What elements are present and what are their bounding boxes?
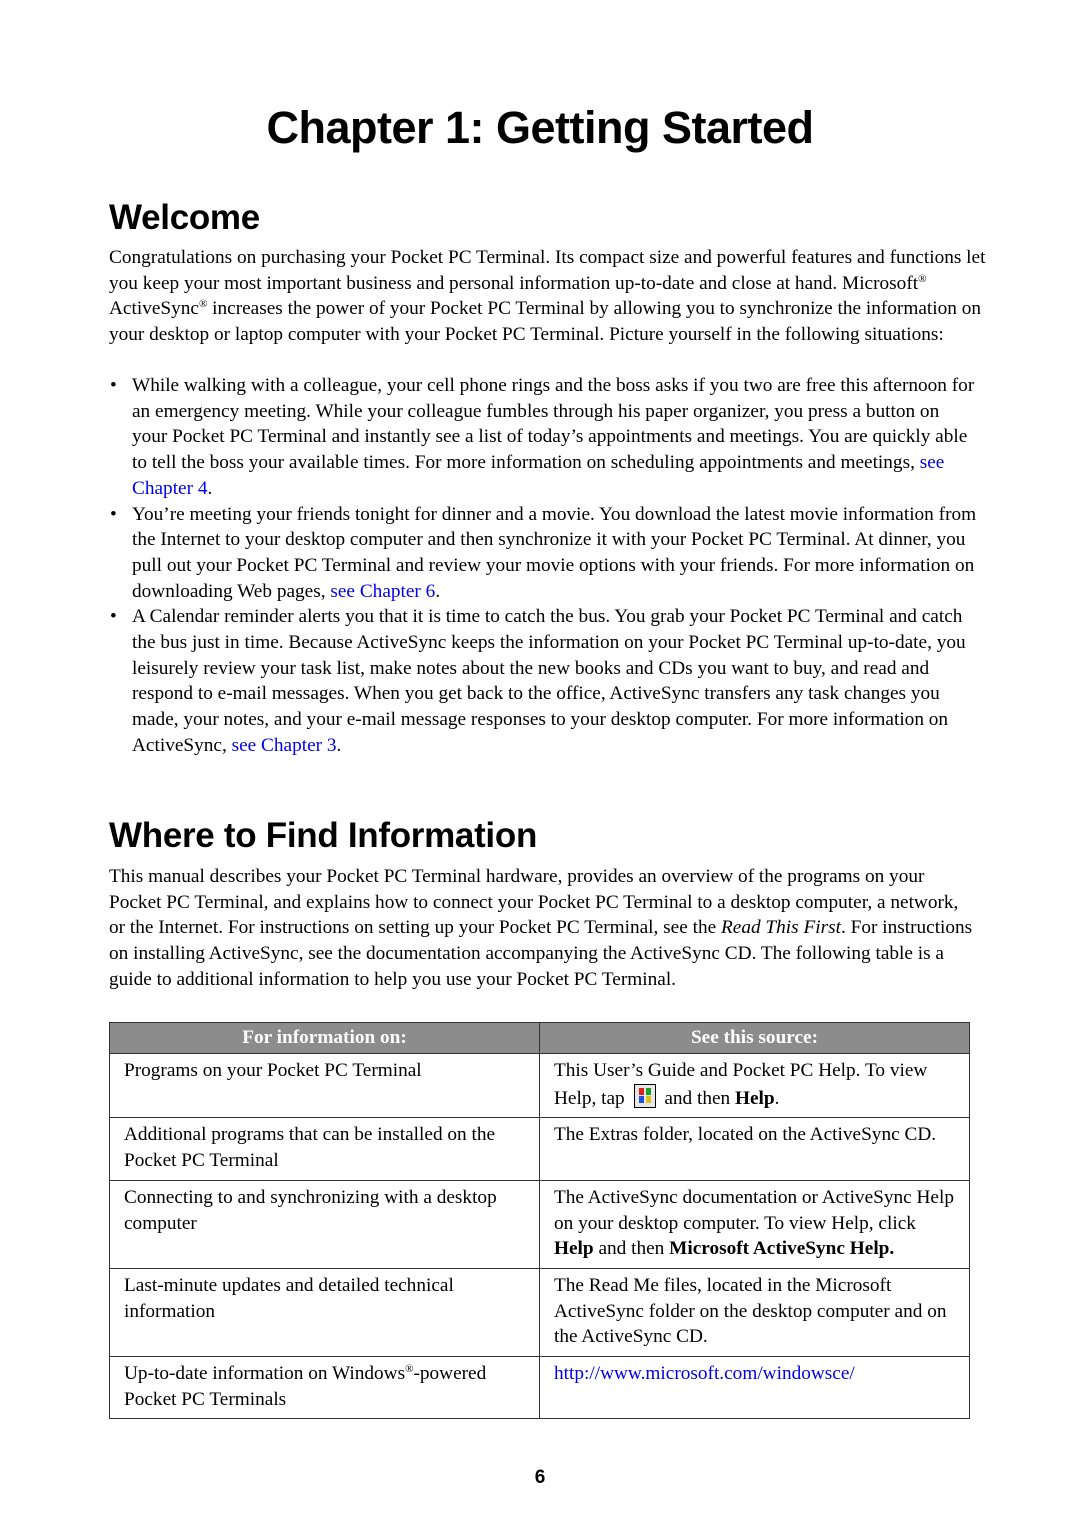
where-heading: Where to Find Information bbox=[109, 816, 538, 855]
registered-mark: ® bbox=[918, 272, 927, 285]
bullet-icon: • bbox=[110, 503, 117, 525]
help-menu-label: Help bbox=[554, 1238, 594, 1260]
source-text: The ActiveSync documentation or ActiveSy… bbox=[554, 1186, 954, 1234]
header-for-information-on: For information on: bbox=[109, 1022, 540, 1054]
scenario-text: You’re meeting your friends tonight for … bbox=[132, 503, 977, 602]
topic-cell: Last-minute updates and detailed technic… bbox=[109, 1267, 540, 1358]
see-chapter-3-link[interactable]: see Chapter 3 bbox=[232, 735, 337, 756]
table-row: Connecting to and synchronizing with a d… bbox=[109, 1179, 970, 1269]
where-intro: This manual describes your Pocket PC Ter… bbox=[109, 864, 979, 993]
scenario-item: • You’re meeting your friends tonight for… bbox=[109, 502, 979, 605]
welcome-intro-text-2: ActiveSync bbox=[109, 298, 199, 320]
topic-cell: Up-to-date information on Windows®-power… bbox=[109, 1356, 540, 1420]
source-cell: The Read Me files, located in the Micros… bbox=[539, 1267, 970, 1358]
table-row: Up-to-date information on Windows®-power… bbox=[109, 1356, 970, 1420]
chapter-title: Chapter 1: Getting Started bbox=[266, 102, 814, 153]
scenario-list: • While walking with a colleague, your ce… bbox=[109, 373, 979, 759]
start-menu-icon bbox=[633, 1083, 656, 1108]
info-source-table: For information on: See this source: Pro… bbox=[109, 1022, 970, 1420]
read-this-first-title: Read This First bbox=[720, 917, 841, 939]
topic-cell: Additional programs that can be installe… bbox=[109, 1117, 540, 1181]
see-chapter-6-link[interactable]: see Chapter 6 bbox=[330, 581, 435, 602]
scenario-item: • While walking with a colleague, your ce… bbox=[109, 373, 979, 502]
scenario-text: A Calendar reminder alerts you that it i… bbox=[132, 606, 966, 756]
header-see-this-source: See this source: bbox=[539, 1022, 970, 1054]
page-number: 6 bbox=[534, 1467, 546, 1488]
scenario-item: • A Calendar reminder alerts you that it … bbox=[109, 604, 979, 758]
topic-text: Up-to-date information on Windows bbox=[124, 1363, 406, 1385]
welcome-intro-text-3: increases the power of your Pocket PC Te… bbox=[109, 298, 981, 346]
microsoft-windowsce-url-link[interactable]: http://www.microsoft.com/windowsce/ bbox=[554, 1363, 855, 1384]
welcome-heading: Welcome bbox=[109, 198, 260, 237]
source-cell: http://www.microsoft.com/windowsce/ bbox=[539, 1356, 970, 1420]
punctuation: . bbox=[435, 580, 441, 602]
bullet-icon: • bbox=[110, 375, 117, 396]
punctuation: . bbox=[336, 734, 342, 756]
table-row: Programs on your Pocket PC Terminal This… bbox=[109, 1052, 970, 1119]
source-text: and then bbox=[593, 1238, 670, 1260]
topic-cell: Programs on your Pocket PC Terminal bbox=[109, 1052, 540, 1119]
activesync-help-label: Microsoft ActiveSync Help. bbox=[669, 1238, 895, 1260]
source-text: and then bbox=[659, 1087, 735, 1109]
table-header-row: For information on: See this source: bbox=[109, 1022, 970, 1054]
topic-cell: Connecting to and synchronizing with a d… bbox=[109, 1179, 540, 1269]
source-cell: The Extras folder, located on the Active… bbox=[539, 1117, 970, 1181]
welcome-intro-text-1: Congratulations on purchasing your Pocke… bbox=[109, 247, 986, 294]
punctuation: . bbox=[774, 1087, 780, 1109]
bullet-icon: • bbox=[110, 606, 117, 628]
table-row: Last-minute updates and detailed technic… bbox=[109, 1267, 970, 1358]
source-cell: The ActiveSync documentation or ActiveSy… bbox=[539, 1179, 970, 1269]
scenario-text: While walking with a colleague, your cel… bbox=[132, 375, 975, 474]
help-menu-label: Help bbox=[735, 1087, 775, 1109]
table-row: Additional programs that can be installe… bbox=[109, 1117, 970, 1181]
punctuation: . bbox=[207, 477, 213, 499]
source-cell: This User’s Guide and Pocket PC Help. To… bbox=[539, 1052, 970, 1119]
welcome-intro: Congratulations on purchasing your Pocke… bbox=[109, 245, 989, 348]
